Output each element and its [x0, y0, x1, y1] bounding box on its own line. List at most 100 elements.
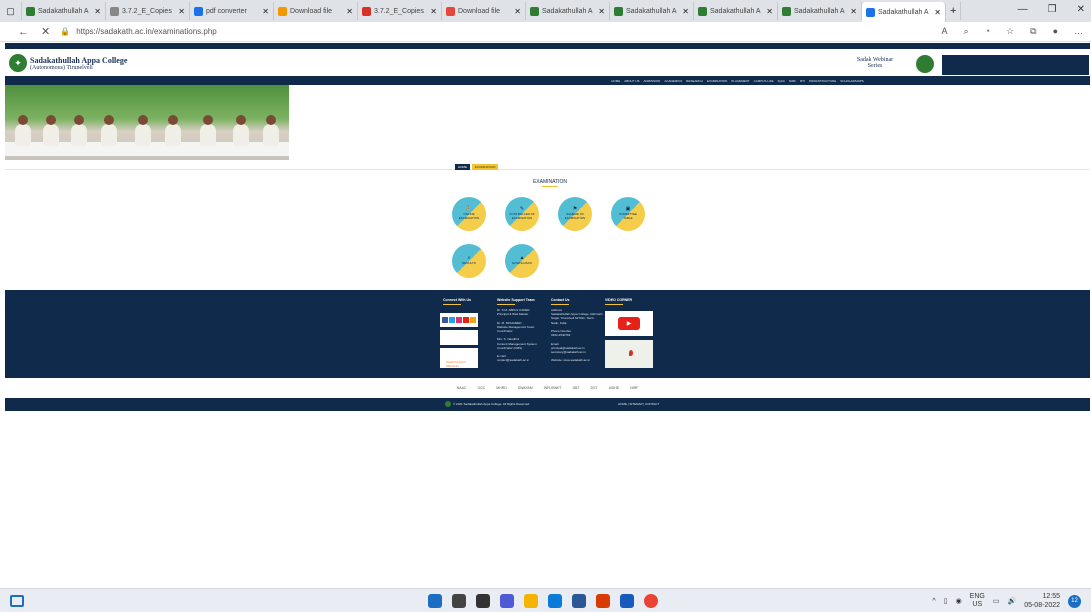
partner-logo[interactable]: DBT [571, 385, 582, 391]
browser-tab[interactable]: Sadakathullah A ✕ [526, 2, 610, 20]
chevron-up-icon[interactable]: ^ [932, 598, 935, 605]
office-icon[interactable] [596, 594, 610, 608]
word-icon[interactable] [620, 594, 634, 608]
chat-icon[interactable] [500, 594, 514, 608]
exam-card[interactable]: ✎ CONTROLLER OF EXAMINATION [505, 197, 539, 231]
tab-close-icon[interactable]: ✕ [94, 7, 101, 16]
footer-links[interactable]: HOME | SITEMAP | CONTACT [618, 402, 659, 406]
url-field[interactable]: 🔒 https://sadakath.ac.in/examinations.ph… [60, 27, 217, 36]
tab-close-icon[interactable]: ✕ [262, 7, 269, 16]
exam-card[interactable]: ▣ COMMITTEE TABLE [611, 197, 645, 231]
tab-close-icon[interactable]: ✕ [178, 7, 185, 16]
favorites-icon[interactable]: ☆ [1006, 26, 1014, 37]
location-map[interactable] [605, 340, 653, 368]
partner-logo[interactable]: MHRD [494, 385, 509, 391]
notification-badge[interactable]: 12 [1068, 594, 1081, 608]
tab-close-icon[interactable]: ✕ [346, 7, 353, 16]
profile-icon[interactable]: ● [1053, 26, 1058, 37]
partner-logo[interactable]: AISHE [607, 385, 622, 391]
network-icon[interactable]: ◉ [956, 597, 962, 605]
nav-item[interactable]: ACADEMICS [664, 79, 682, 83]
start-icon[interactable] [428, 594, 442, 608]
college-logo[interactable]: ✦ [9, 54, 27, 72]
nav-item[interactable]: SCHOLARSHIPS [840, 79, 864, 83]
tab-close-icon[interactable]: ✕ [430, 7, 437, 16]
zoom-icon[interactable]: ⌕ [964, 26, 969, 37]
widgets-icon[interactable] [10, 595, 24, 607]
browser-tab[interactable]: 3.7.2_E_Copies ✕ [106, 2, 190, 20]
nav-item[interactable]: RESEARCH [686, 79, 703, 83]
browser-tab[interactable]: Sadakathullah A ✕ [610, 2, 694, 20]
battery-icon[interactable]: ▯ [944, 597, 948, 605]
tab-actions-button[interactable]: ▢ [0, 2, 22, 20]
breadcrumb-home[interactable]: HOME [455, 164, 470, 170]
blog-icon[interactable] [470, 317, 476, 323]
browser-tab[interactable]: pdf converter ✕ [190, 2, 274, 20]
partner-logo[interactable]: UGC [475, 385, 487, 391]
partner-logo[interactable]: NAAC [455, 385, 469, 391]
browser-tab[interactable]: 3.7.2_E_Copies ✕ [358, 2, 442, 20]
stop-icon[interactable]: ✕ [41, 25, 50, 38]
browser-tab[interactable]: Sadakathullah A ✕ [22, 2, 106, 20]
edge-icon[interactable] [548, 594, 562, 608]
exam-card[interactable]: ⛹ ONLINE EXAMINATION [452, 197, 486, 231]
youtube-play-icon[interactable]: ▶ [618, 317, 640, 330]
tab-close-icon[interactable]: ✕ [766, 7, 773, 16]
nav-item[interactable]: EXAMINATION [707, 79, 727, 83]
webinar-series-link[interactable]: Sadak Webinar Series [855, 57, 895, 69]
minimize-button[interactable]: — [1018, 4, 1028, 15]
partner-logo[interactable]: DST [589, 385, 600, 391]
browser-tab[interactable]: Download file ✕ [442, 2, 526, 20]
browser-tab[interactable]: Sadakathullah A ✕ [694, 2, 778, 20]
partner-logo[interactable]: NIRF [628, 385, 640, 391]
search-icon[interactable] [452, 594, 466, 608]
flag-badge[interactable] [440, 330, 478, 345]
tab-close-icon[interactable]: ✕ [682, 7, 689, 16]
back-icon[interactable]: ← [18, 26, 29, 38]
twitter-icon[interactable] [449, 317, 455, 323]
nav-item[interactable]: CAMPUS LIFE [754, 79, 774, 83]
nav-item[interactable]: INFRASTRUCTURE [809, 79, 837, 83]
exam-card[interactable]: ⌕ RESULTS [452, 244, 486, 278]
exam-card[interactable]: ⚑ SCHEME OF EXAMINATION [558, 197, 592, 231]
clock[interactable]: 12:55 05-08-2022 [1024, 592, 1060, 610]
college-subtitle: (Autonomous) Tirunelveli [30, 64, 93, 71]
nav-item[interactable]: HOME [611, 79, 620, 83]
nav-item[interactable]: ABOUT US [624, 79, 639, 83]
close-window-button[interactable]: ✕ [1077, 4, 1085, 15]
tracking-icon[interactable]: ◔ [985, 26, 990, 37]
instagram-icon[interactable] [456, 317, 462, 323]
webinar-logo[interactable] [916, 55, 934, 73]
new-tab-button[interactable]: + [946, 2, 962, 20]
browser-tab[interactable]: Sadakathullah A ✕ [862, 2, 946, 22]
chrome-icon[interactable] [644, 594, 658, 608]
nav-item[interactable]: NIRF [789, 79, 796, 83]
tab-close-icon[interactable]: ✕ [934, 8, 941, 17]
more-icon[interactable]: … [1074, 26, 1083, 37]
task-view-icon[interactable] [476, 594, 490, 608]
azadi-badge[interactable]: Azadi Ka Amrit Mahotsav [440, 348, 478, 368]
file-explorer-icon[interactable] [524, 594, 538, 608]
language-indicator[interactable]: ENG US [970, 593, 985, 610]
nav-item[interactable]: PLACEMENT [731, 79, 749, 83]
maximize-button[interactable]: ❐ [1048, 4, 1057, 15]
tab-close-icon[interactable]: ✕ [598, 7, 605, 16]
browser-tab[interactable]: Sadakathullah A ✕ [778, 2, 862, 20]
partner-logo[interactable]: SWAYAM [516, 385, 535, 391]
youtube-small-icon[interactable] [463, 317, 469, 323]
display-icon[interactable]: ▭ [993, 597, 1000, 605]
tab-close-icon[interactable]: ✕ [514, 7, 521, 16]
facebook-icon[interactable] [442, 317, 448, 323]
browser-tab[interactable]: Download file ✕ [274, 2, 358, 20]
tab-close-icon[interactable]: ✕ [850, 7, 857, 16]
nav-item[interactable]: ADMISSION [643, 79, 660, 83]
volume-icon[interactable]: 🔊 [1007, 597, 1016, 605]
read-aloud-icon[interactable]: A [942, 26, 948, 37]
nav-item[interactable]: RTI [800, 79, 805, 83]
collections-icon[interactable]: ⧉ [1030, 26, 1036, 37]
partner-logo[interactable]: INFLIBNET [542, 385, 564, 391]
nav-item[interactable]: IQAC [778, 79, 785, 83]
store-icon[interactable] [572, 594, 586, 608]
video-corner-player[interactable]: ▶ [605, 311, 653, 336]
exam-card[interactable]: ▲ DOWNLOADS [505, 244, 539, 278]
